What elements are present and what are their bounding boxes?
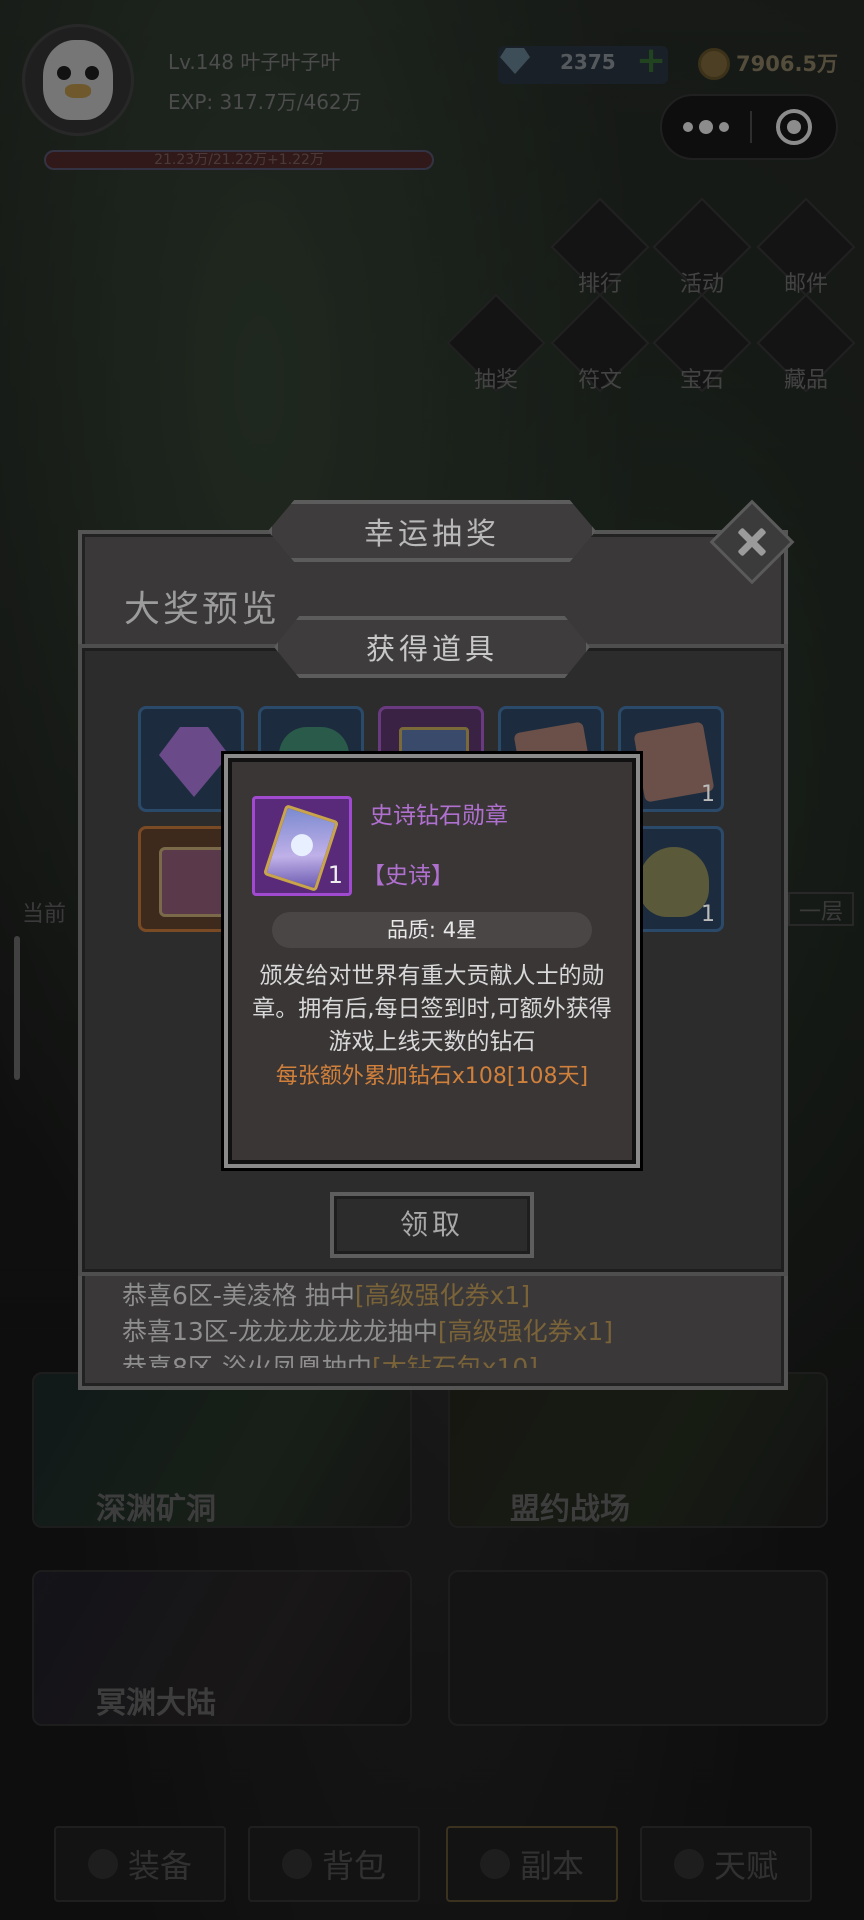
item-count: 1 <box>701 782 715 807</box>
dialog-title: 幸运抽奖 <box>268 500 596 562</box>
item-count: 1 <box>701 902 715 927</box>
winner-ticker: 恭喜6区-美凌格 抽中[高级强化券x1] 恭喜13区-龙龙龙龙龙龙抽中[高级强化… <box>110 1276 770 1368</box>
item-bonus: 每张额外累加钻石x108[108天] <box>275 1064 589 1089</box>
item-quality: 品质: 4星 <box>272 912 592 948</box>
item-description: 颁发给对世界有重大贡献人士的勋章。拥有后,每日签到时,可额外获得游戏上线天数的钻… <box>252 963 612 1055</box>
obtained-items-title: 获得道具 <box>274 616 590 678</box>
ticker-line: 恭喜8区-浴火凤凰抽中[大钻石包x10] <box>122 1353 539 1368</box>
claim-button[interactable]: 领取 <box>330 1192 534 1258</box>
item-name: 史诗钻石勋章 <box>370 803 508 829</box>
potion-icon <box>639 847 709 917</box>
ticker-line: 恭喜6区-美凌格 抽中[高级强化券x1] <box>122 1281 531 1310</box>
ticker-line: 恭喜13区-龙龙龙龙龙龙抽中[高级强化券x1] <box>122 1317 614 1346</box>
grand-prize-preview-title: 大奖预览 <box>124 589 281 630</box>
item-detail-icon: 1 <box>252 796 352 896</box>
purple-gem-icon <box>159 727 229 797</box>
item-count: 1 <box>327 861 343 889</box>
chest-icon <box>159 847 229 917</box>
item-rarity: 【史诗】 <box>362 863 454 889</box>
